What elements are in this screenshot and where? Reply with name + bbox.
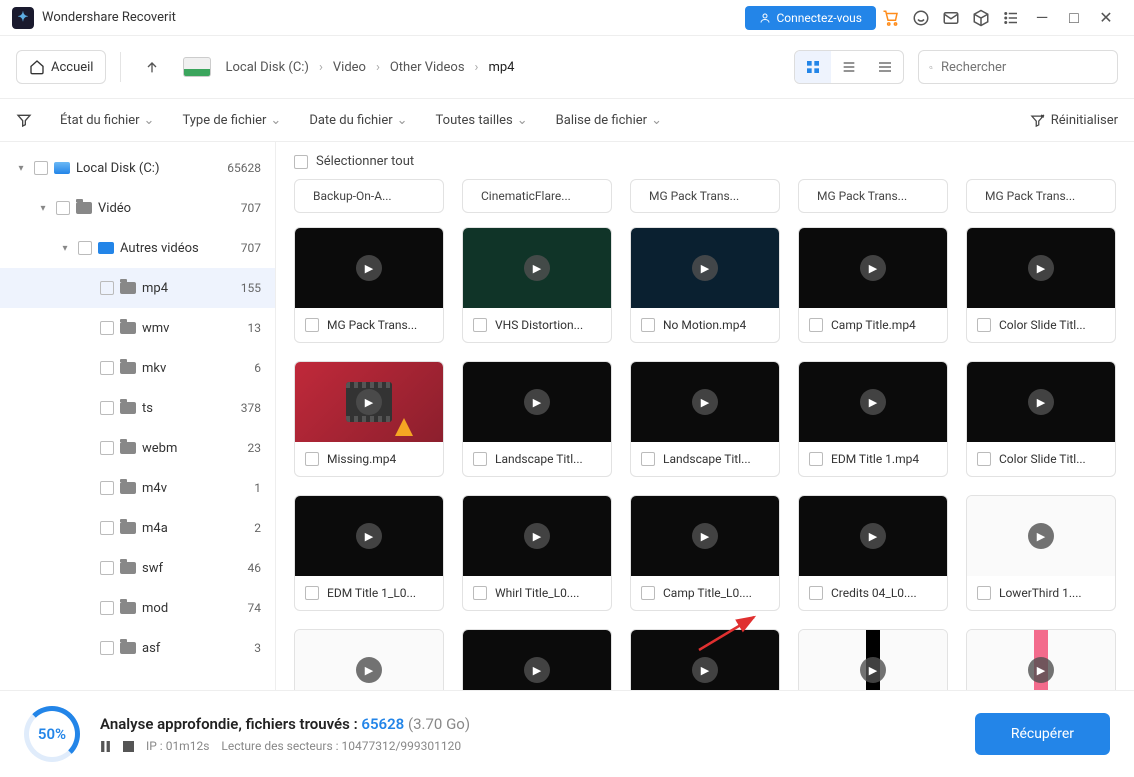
file-card[interactable]: ▶ xyxy=(966,629,1116,690)
view-grid[interactable] xyxy=(795,51,831,83)
breadcrumb-item[interactable]: mp4 xyxy=(488,60,514,75)
recover-button[interactable]: Récupérer xyxy=(975,713,1110,755)
tree-item[interactable]: ▾Vidéo707 xyxy=(0,188,275,228)
filter-type[interactable]: Type de fichier ⌄ xyxy=(182,113,281,128)
scan-headline: Analyse approfondie, fichiers trouvés : … xyxy=(100,715,470,733)
titlebar: ✦ Wondershare Recoverit Connectez-vous —… xyxy=(0,0,1134,36)
close-button[interactable]: ✕ xyxy=(1090,8,1122,27)
file-card[interactable]: CinematicFlare... xyxy=(462,179,612,213)
tree-item[interactable]: ts378 xyxy=(0,388,275,428)
support-icon[interactable] xyxy=(906,6,936,30)
file-grid: Sélectionner tout Backup-On-A... Cinemati… xyxy=(276,142,1134,690)
list-icon[interactable] xyxy=(996,6,1026,30)
file-card[interactable]: ▶Landscape Titl... xyxy=(630,361,780,477)
breadcrumb-item[interactable]: Local Disk (C:) xyxy=(225,60,308,75)
file-card[interactable]: MG Pack Trans... xyxy=(798,179,948,213)
file-card[interactable]: Backup-On-A... xyxy=(294,179,444,213)
view-mode-switch xyxy=(794,50,904,84)
file-card[interactable]: ▶ xyxy=(294,629,444,690)
file-card[interactable]: MG Pack Trans... xyxy=(966,179,1116,213)
tree-item[interactable]: mkv6 xyxy=(0,348,275,388)
up-button[interactable] xyxy=(135,50,169,84)
breadcrumb-item[interactable]: Other Videos xyxy=(390,60,465,75)
maximize-button[interactable]: □ xyxy=(1058,8,1090,28)
view-details[interactable] xyxy=(867,51,903,83)
ip-time: IP : 01m12s xyxy=(146,739,209,753)
file-card[interactable]: ▶EDM Title 1.mp4 xyxy=(798,361,948,477)
search-input[interactable] xyxy=(941,60,1107,75)
mail-icon[interactable] xyxy=(936,6,966,30)
drive-icon xyxy=(183,57,211,77)
file-card[interactable]: ▶ xyxy=(630,629,780,690)
tree-item[interactable]: mp4155 xyxy=(0,268,275,308)
file-card[interactable]: ▶EDM Title 1_L0... xyxy=(294,495,444,611)
filter-bar: État du fichier ⌄ Type de fichier ⌄ Date… xyxy=(0,98,1134,142)
file-card[interactable]: ▶No Motion.mp4 xyxy=(630,227,780,343)
file-card[interactable]: ▶Camp Title_L0.... xyxy=(630,495,780,611)
tree-item[interactable]: ▾Local Disk (C:)65628 xyxy=(0,148,275,188)
file-card[interactable]: ▶Whirl Title_L0.... xyxy=(462,495,612,611)
tree-item[interactable]: m4v1 xyxy=(0,468,275,508)
select-all[interactable]: Sélectionner tout xyxy=(294,154,1116,169)
file-card[interactable]: ▶Credits 04_L0.... xyxy=(798,495,948,611)
file-card[interactable]: ▶ xyxy=(798,629,948,690)
app-logo: ✦ xyxy=(12,7,34,29)
filter-icon xyxy=(16,112,32,128)
filter-date[interactable]: Date du fichier ⌄ xyxy=(309,113,407,128)
filter-tag[interactable]: Balise de fichier ⌄ xyxy=(556,113,662,128)
progress-ring: 50% xyxy=(24,706,80,762)
filter-size[interactable]: Toutes tailles ⌄ xyxy=(436,113,528,128)
view-list[interactable] xyxy=(831,51,867,83)
file-card[interactable]: ▶LowerThird 1.... xyxy=(966,495,1116,611)
reset-filters[interactable]: Réinitialiser xyxy=(1030,113,1118,128)
scan-status-bar: 50% Analyse approfondie, fichiers trouvé… xyxy=(0,690,1134,777)
tree-item[interactable]: m4a2 xyxy=(0,508,275,548)
sidebar-tree: ▾Local Disk (C:)65628▾Vidéo707▾Autres vi… xyxy=(0,142,276,690)
tree-item[interactable]: asf3 xyxy=(0,628,275,668)
cube-icon[interactable] xyxy=(966,6,996,30)
filter-state[interactable]: État du fichier ⌄ xyxy=(60,113,154,128)
tree-item[interactable]: mod74 xyxy=(0,588,275,628)
file-card[interactable]: ▶Color Slide Titl... xyxy=(966,227,1116,343)
file-card[interactable]: ▶MG Pack Trans... xyxy=(294,227,444,343)
cart-icon[interactable] xyxy=(876,6,906,30)
file-card[interactable]: ▶Camp Title.mp4 xyxy=(798,227,948,343)
app-name: Wondershare Recoverit xyxy=(42,10,176,25)
sector-read: Lecture des secteurs : 10477312/99930112… xyxy=(221,739,461,753)
tree-item[interactable]: swf46 xyxy=(0,548,275,588)
file-card[interactable]: MG Pack Trans... xyxy=(630,179,780,213)
search-box[interactable] xyxy=(918,50,1118,84)
pause-button[interactable] xyxy=(100,741,111,752)
file-card[interactable]: ▶VHS Distortion... xyxy=(462,227,612,343)
tree-item[interactable]: wmv13 xyxy=(0,308,275,348)
file-card[interactable]: ▶ xyxy=(462,629,612,690)
connect-button[interactable]: Connectez-vous xyxy=(745,6,877,30)
home-button[interactable]: Accueil xyxy=(16,50,106,84)
file-card[interactable]: ▶Landscape Titl... xyxy=(462,361,612,477)
file-card[interactable]: ▶Missing.mp4 xyxy=(294,361,444,477)
tree-item[interactable]: ▾Autres vidéos707 xyxy=(0,228,275,268)
breadcrumb-item[interactable]: Video xyxy=(333,60,366,75)
stop-button[interactable] xyxy=(123,741,134,752)
tree-item[interactable]: webm23 xyxy=(0,428,275,468)
breadcrumb: Local Disk (C:)›Video›Other Videos›mp4 xyxy=(225,60,514,75)
minimize-button[interactable]: — xyxy=(1026,8,1058,27)
toolbar: Accueil Local Disk (C:)›Video›Other Vide… xyxy=(0,36,1134,98)
file-card[interactable]: ▶Color Slide Titl... xyxy=(966,361,1116,477)
